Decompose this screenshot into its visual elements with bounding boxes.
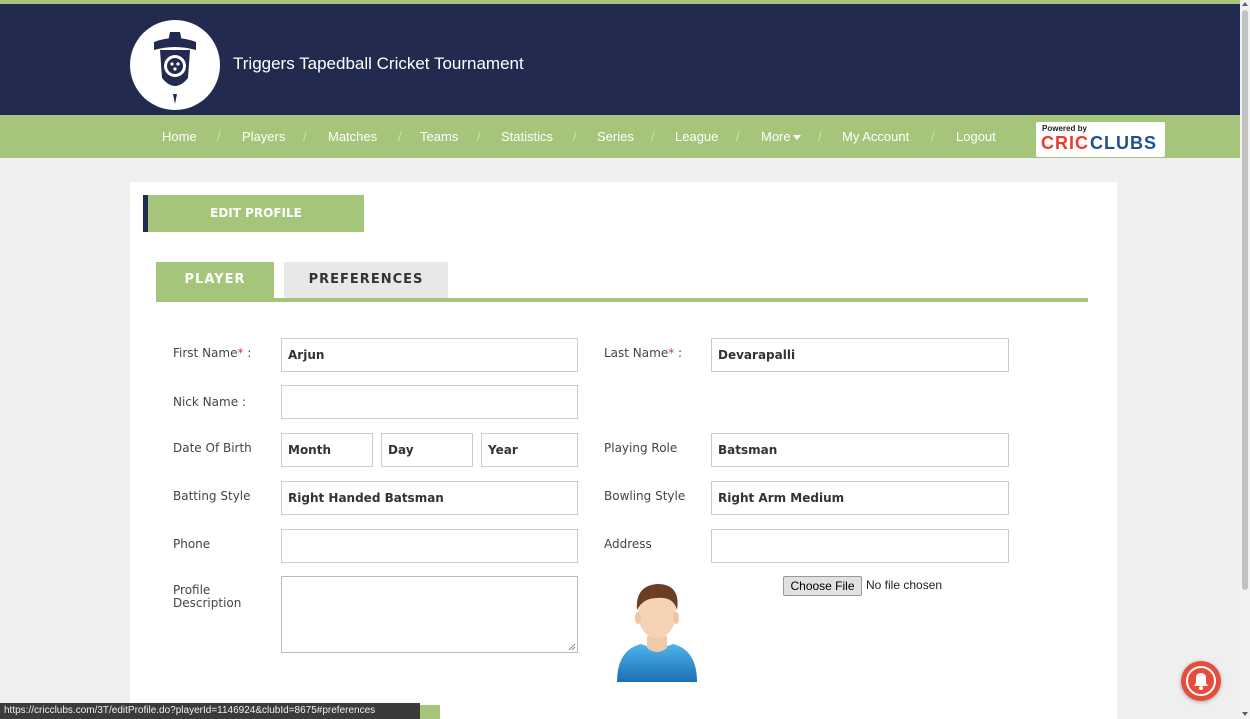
- last-name-field[interactable]: Devarapalli: [711, 338, 1009, 372]
- profile-description-label-line2: Description: [173, 596, 242, 610]
- nav-separator: /: [818, 129, 822, 144]
- dob-month-select[interactable]: Month: [281, 433, 373, 467]
- caret-down-icon: [792, 135, 801, 141]
- powered-by-cricclubs[interactable]: Powered by CRIC CLUBS: [1036, 122, 1165, 157]
- nick-name-label: Nick Name :: [173, 395, 246, 409]
- choose-file-button[interactable]: Choose File: [783, 576, 862, 596]
- profile-description-textarea[interactable]: [281, 576, 578, 653]
- nav-matches[interactable]: Matches: [328, 129, 377, 144]
- batting-style-label: Batting Style: [173, 489, 251, 503]
- profile-picture[interactable]: [613, 578, 701, 688]
- nav-separator: /: [303, 129, 307, 144]
- resize-grip-icon[interactable]: [568, 643, 576, 651]
- dob-year-select[interactable]: Year: [481, 433, 578, 467]
- address-field[interactable]: [711, 529, 1009, 563]
- nav-separator: /: [931, 129, 935, 144]
- dob-day-select[interactable]: Day: [381, 433, 473, 467]
- brand-clubs: CLUBS: [1090, 133, 1157, 153]
- nav-more[interactable]: More: [761, 129, 801, 144]
- batting-style-select[interactable]: Right Handed Batsman: [281, 481, 578, 515]
- first-name-label: First Name* :: [173, 346, 251, 360]
- nav-logout[interactable]: Logout: [956, 129, 996, 144]
- first-name-label-text: First Name: [173, 346, 238, 360]
- nav-separator: /: [573, 129, 577, 144]
- first-name-field[interactable]: Arjun: [281, 338, 578, 372]
- browser-status-bar-url: https://cricclubs.com/3T/editProfile.do?…: [0, 703, 420, 719]
- tab-preferences[interactable]: PREFERENCES: [284, 262, 448, 299]
- notification-bell-button[interactable]: [1181, 661, 1221, 701]
- nav-more-label: More: [761, 129, 791, 144]
- site-logo[interactable]: [130, 20, 220, 110]
- notification-bell-icon: [1186, 666, 1216, 696]
- profile-description-label: Profile Description: [173, 584, 241, 610]
- last-name-label: Last Name* :: [604, 346, 682, 360]
- submit-button-partial[interactable]: [420, 705, 440, 719]
- bowling-style-select[interactable]: Right Arm Medium: [711, 481, 1009, 515]
- nav-series[interactable]: Series: [597, 129, 634, 144]
- logo-shield-icon: [154, 32, 196, 104]
- tab-underline: [156, 298, 1088, 302]
- address-label: Address: [604, 537, 652, 551]
- playing-role-label: Playing Role: [604, 441, 678, 455]
- site-header: Triggers Tapedball Cricket Tournament: [0, 4, 1240, 115]
- nav-separator: /: [217, 129, 221, 144]
- file-status-text: No file chosen: [866, 578, 943, 592]
- nav-statistics[interactable]: Statistics: [501, 129, 553, 144]
- tab-player[interactable]: PLAYER: [156, 262, 274, 299]
- phone-field[interactable]: [281, 529, 578, 563]
- nav-league[interactable]: League: [675, 129, 718, 144]
- bowling-style-label: Bowling Style: [604, 489, 686, 503]
- nav-home[interactable]: Home: [162, 129, 197, 144]
- brand-cric: CRIC: [1041, 133, 1089, 153]
- nav-players[interactable]: Players: [242, 129, 285, 144]
- phone-label: Phone: [173, 537, 211, 551]
- nav-my-account[interactable]: My Account: [842, 129, 909, 144]
- last-name-label-text: Last Name: [604, 346, 669, 360]
- nav-separator: /: [736, 129, 740, 144]
- nav-separator: /: [477, 129, 481, 144]
- nav-separator: /: [651, 129, 655, 144]
- playing-role-select[interactable]: Batsman: [711, 433, 1009, 467]
- site-title[interactable]: Triggers Tapedball Cricket Tournament: [233, 54, 524, 74]
- label-colon: :: [243, 346, 252, 360]
- nick-name-field[interactable]: [281, 385, 578, 419]
- label-colon: :: [674, 346, 683, 360]
- edit-profile-heading: EDIT PROFILE: [143, 195, 364, 232]
- nav-separator: /: [398, 129, 402, 144]
- scroll-up-arrow-icon[interactable]: [1242, 2, 1248, 6]
- scrollbar-thumb[interactable]: [1242, 10, 1248, 590]
- scroll-down-arrow-icon[interactable]: [1242, 712, 1248, 716]
- user-avatar-icon: [617, 584, 697, 682]
- dob-label: Date Of Birth: [173, 441, 252, 455]
- nav-teams[interactable]: Teams: [420, 129, 458, 144]
- powered-by-label: Powered by: [1042, 124, 1087, 133]
